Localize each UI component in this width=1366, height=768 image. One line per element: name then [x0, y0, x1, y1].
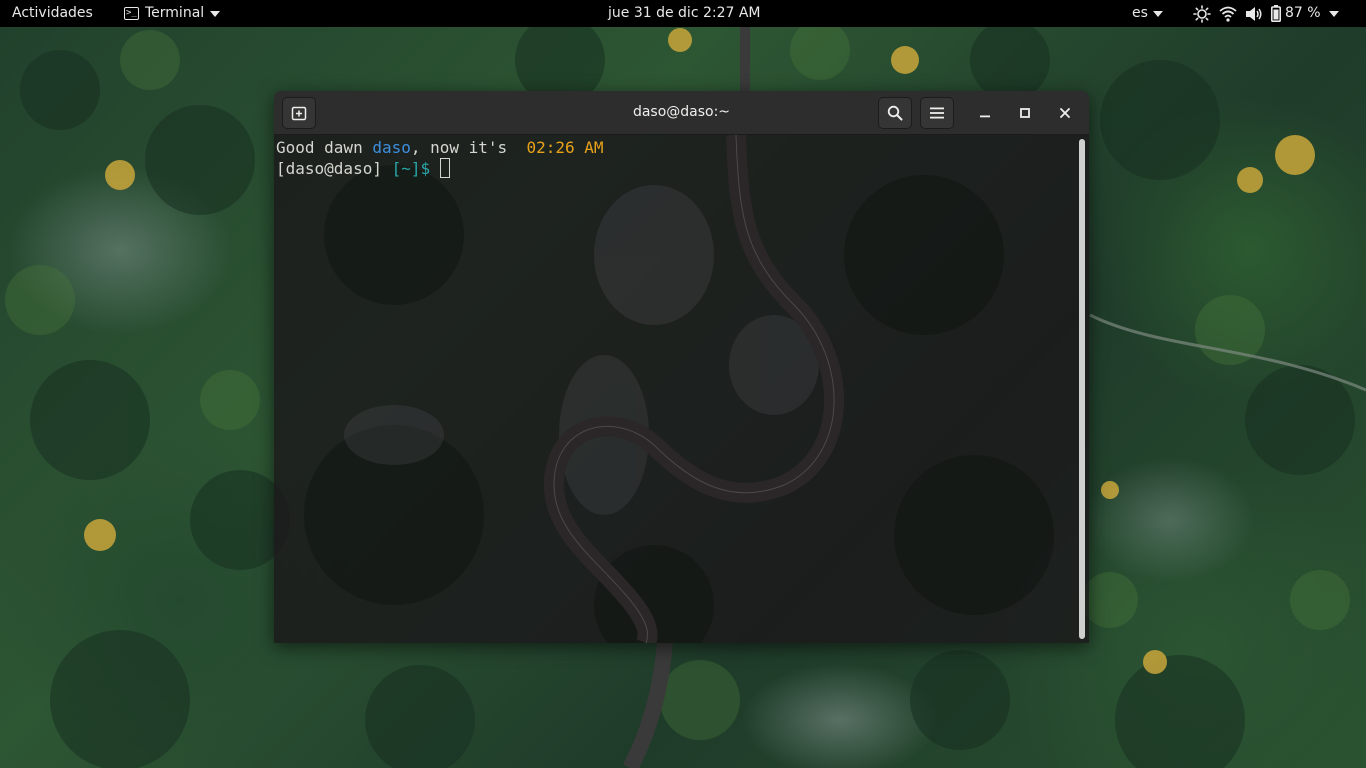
prompt-user: [daso@daso]: [276, 159, 382, 178]
minimize-icon: [980, 115, 990, 118]
maximize-icon: [1020, 108, 1030, 118]
wifi-icon: [1219, 6, 1237, 22]
terminal-headerbar[interactable]: daso@daso:~: [274, 91, 1089, 135]
close-button[interactable]: [1053, 101, 1077, 125]
new-tab-button[interactable]: [282, 97, 316, 129]
hamburger-menu-icon: [930, 107, 944, 119]
activities-button[interactable]: Actividades: [12, 0, 93, 27]
terminal-window[interactable]: daso@daso:~ Good dawn daso, now it's 02:…: [274, 91, 1089, 643]
app-menu-label: Terminal: [145, 5, 205, 21]
chevron-down-icon: [1328, 10, 1339, 17]
menu-button[interactable]: [920, 97, 954, 129]
language-label: es: [1132, 5, 1148, 21]
terminal-scrollbar[interactable]: [1079, 139, 1085, 639]
clock[interactable]: jue 31 de dic 2:27 AM: [608, 0, 761, 27]
minimize-button[interactable]: [973, 101, 997, 125]
greeting-prefix: Good dawn: [276, 138, 373, 157]
battery-percentage: 87 %: [1285, 5, 1321, 21]
wallpaper-through-terminal: [304, 135, 1054, 643]
prompt-line: [daso@daso] [~]$: [276, 158, 604, 179]
top-bar: Actividades >_ Terminal jue 31 de dic 2:…: [0, 0, 1366, 27]
search-icon: [887, 105, 903, 121]
system-status-menu[interactable]: 87 %: [1193, 0, 1339, 27]
chevron-down-icon: [1152, 10, 1163, 17]
greeting-mid: , now it's: [410, 138, 527, 157]
new-tab-icon: [291, 106, 307, 121]
window-title: daso@daso:~: [632, 104, 731, 120]
battery-indicator: 87 %: [1271, 0, 1321, 27]
close-icon: [1060, 108, 1070, 118]
greeting-line: Good dawn daso, now it's 02:26 AM: [276, 137, 604, 158]
greeting-user: daso: [372, 138, 411, 157]
battery-icon: [1271, 5, 1281, 22]
prompt-directory: [~]$: [391, 159, 431, 178]
terminal-icon: >_: [124, 7, 139, 20]
terminal-text: Good dawn daso, now it's 02:26 AM [daso@d…: [276, 137, 604, 179]
terminal-cursor: [439, 158, 450, 178]
terminal-output-area[interactable]: Good dawn daso, now it's 02:26 AM [daso@d…: [274, 135, 1089, 643]
greeting-time: 02:26 AM: [526, 138, 604, 157]
language-selector[interactable]: es: [1132, 0, 1163, 27]
chevron-down-icon: [210, 10, 221, 17]
search-button[interactable]: [878, 97, 912, 129]
maximize-button[interactable]: [1013, 101, 1037, 125]
volume-icon: [1246, 6, 1262, 21]
brightness-icon: [1193, 4, 1211, 23]
app-menu[interactable]: >_ Terminal: [124, 0, 221, 27]
